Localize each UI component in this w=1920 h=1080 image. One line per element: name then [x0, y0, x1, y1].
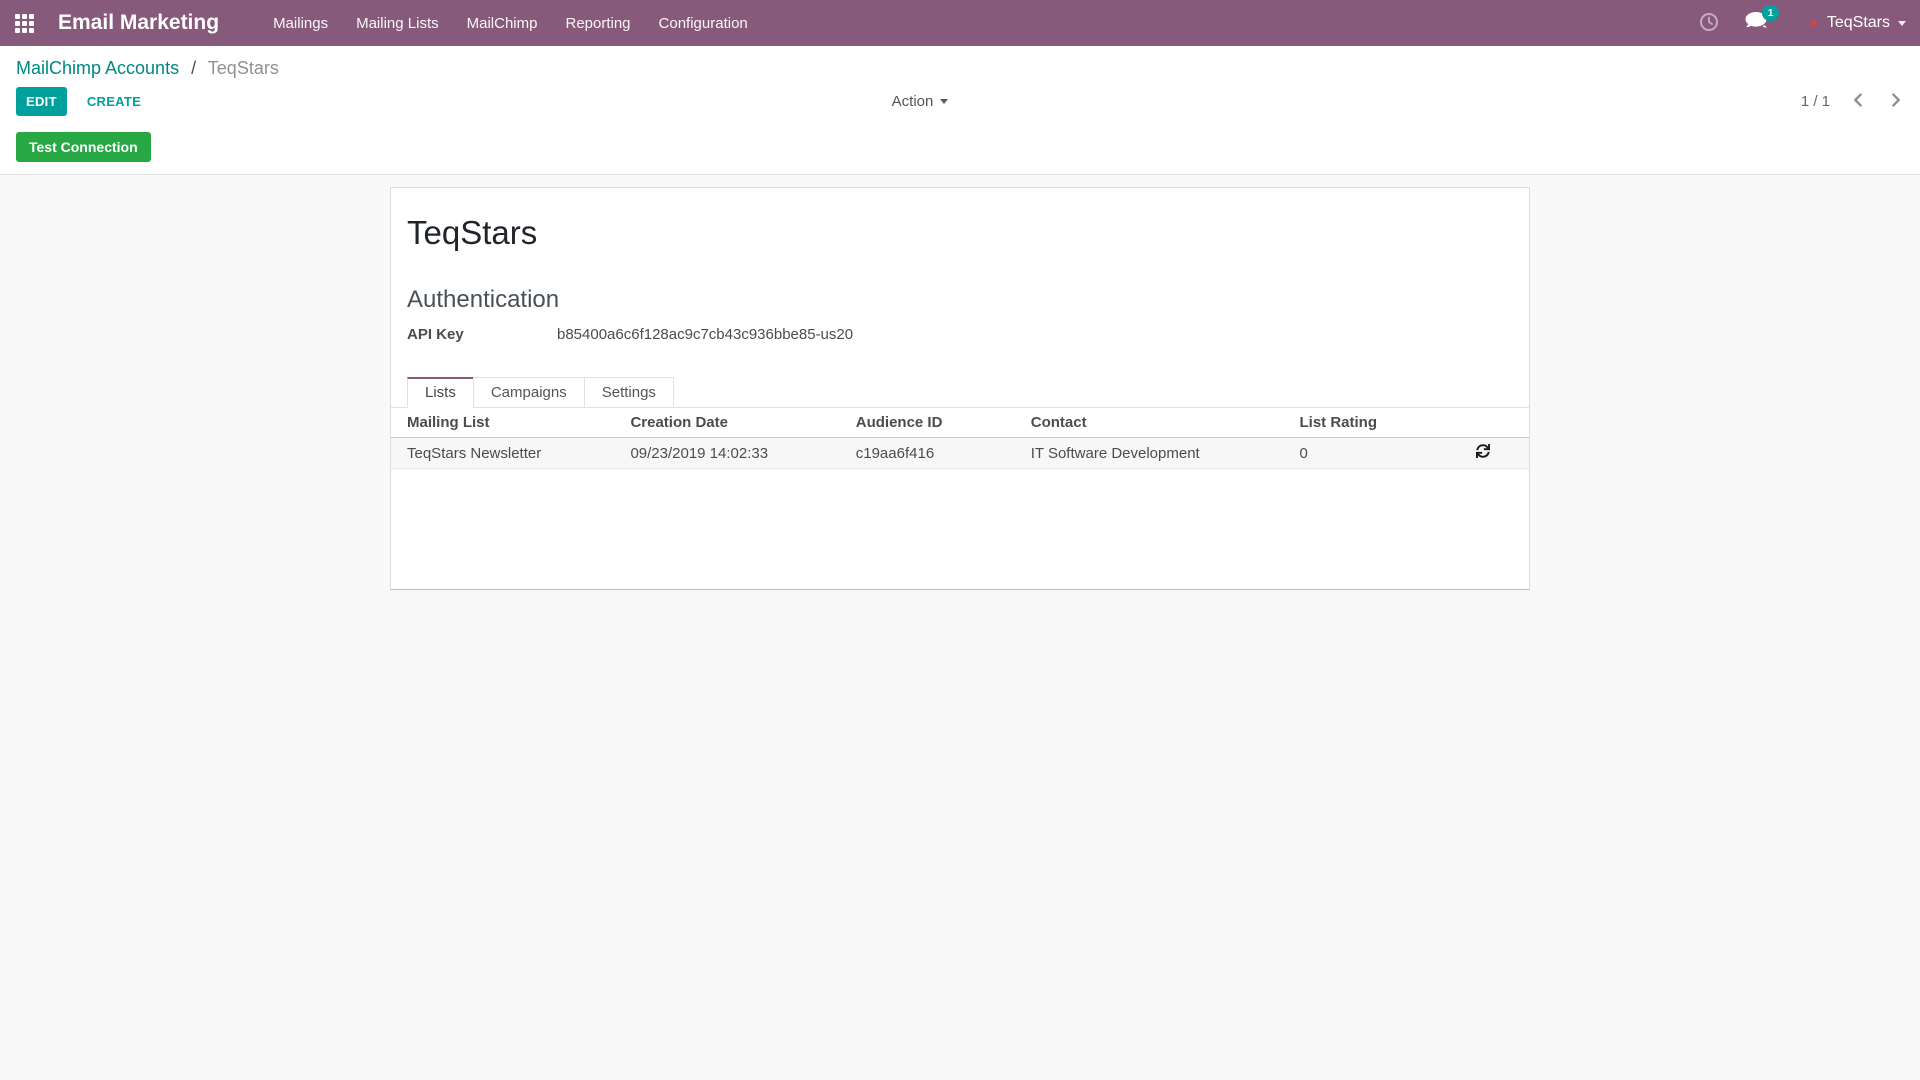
chevron-down-icon: [940, 99, 948, 104]
user-name: TeqStars: [1827, 14, 1890, 32]
api-key-field-row: API Key b85400a6c6f128ac9c7cb43c936bbe85…: [407, 326, 1513, 343]
user-menu-button[interactable]: ★ TeqStars: [1808, 14, 1906, 32]
menu-item-mailing-lists[interactable]: Mailing Lists: [342, 0, 453, 46]
api-key-label: API Key: [407, 326, 557, 343]
tab-campaigns[interactable]: Campaigns: [473, 377, 585, 408]
form-statusbar: Test Connection: [0, 124, 1920, 174]
pager: 1 / 1: [1801, 93, 1904, 110]
messages-badge: 1: [1762, 5, 1779, 21]
test-connection-button[interactable]: Test Connection: [16, 132, 151, 162]
tab-lists[interactable]: Lists: [407, 377, 474, 408]
notebook: Lists Campaigns Settings: [391, 377, 1529, 408]
pager-counter: 1 / 1: [1801, 93, 1830, 110]
column-header-contact[interactable]: Contact: [1026, 408, 1295, 438]
authentication-section-title: Authentication: [407, 286, 1513, 314]
messages-button[interactable]: 1: [1745, 12, 1768, 34]
chevron-left-icon: [1852, 93, 1865, 110]
menu-item-mailings[interactable]: Mailings: [259, 0, 342, 46]
pager-next-button[interactable]: [1887, 93, 1904, 110]
apps-grid-icon: [15, 14, 34, 33]
top-navbar: Email Marketing Mailings Mailing Lists M…: [0, 0, 1920, 46]
breadcrumb-separator: /: [191, 58, 196, 78]
control-panel: MailChimp Accounts / TeqStars EDIT CREAT…: [0, 46, 1920, 175]
user-star-icon: ★: [1808, 17, 1819, 29]
edit-button[interactable]: EDIT: [16, 87, 67, 116]
breadcrumb-current: TeqStars: [208, 58, 279, 78]
systray: 1 ★ TeqStars: [1699, 12, 1906, 35]
create-button[interactable]: CREATE: [85, 88, 143, 115]
control-panel-buttons: EDIT CREATE Action 1 / 1: [0, 81, 1920, 124]
clock-icon: [1699, 12, 1719, 35]
column-header-mailing-list[interactable]: Mailing List: [391, 408, 625, 438]
chevron-right-icon: [1889, 93, 1902, 110]
menu-item-configuration[interactable]: Configuration: [645, 0, 762, 46]
menu-item-mailchimp[interactable]: MailChimp: [453, 0, 552, 46]
cell-mailing-list: TeqStars Newsletter: [391, 438, 625, 469]
apps-menu-button[interactable]: [0, 0, 48, 46]
cell-contact: IT Software Development: [1026, 438, 1295, 469]
breadcrumb-parent-link[interactable]: MailChimp Accounts: [16, 58, 179, 78]
cell-list-rating: 0: [1295, 438, 1438, 469]
app-title[interactable]: Email Marketing: [58, 11, 219, 35]
action-dropdown-button[interactable]: Action: [886, 92, 955, 111]
record-title: TeqStars: [407, 214, 1513, 252]
column-header-actions: [1437, 408, 1529, 438]
tab-settings[interactable]: Settings: [584, 377, 674, 408]
menu-item-reporting[interactable]: Reporting: [551, 0, 644, 46]
content-area: TeqStars Authentication API Key b85400a6…: [0, 175, 1920, 602]
column-header-list-rating[interactable]: List Rating: [1295, 408, 1438, 438]
tab-bar: Lists Campaigns Settings: [391, 377, 1529, 408]
sync-list-button[interactable]: [1476, 444, 1490, 458]
cell-audience-id: c19aa6f416: [851, 438, 1026, 469]
record-sheet: TeqStars Authentication API Key b85400a6…: [390, 187, 1530, 590]
main-menu: Mailings Mailing Lists MailChimp Reporti…: [259, 0, 762, 46]
chevron-down-icon: [1898, 21, 1906, 26]
cell-creation-date: 09/23/2019 14:02:33: [625, 438, 850, 469]
mailing-lists-table: Mailing List Creation Date Audience ID C…: [391, 408, 1529, 469]
table-row[interactable]: TeqStars Newsletter 09/23/2019 14:02:33 …: [391, 438, 1529, 469]
breadcrumb: MailChimp Accounts / TeqStars: [0, 46, 1920, 81]
table-header-row: Mailing List Creation Date Audience ID C…: [391, 408, 1529, 438]
pager-previous-button[interactable]: [1850, 93, 1867, 110]
column-header-audience-id[interactable]: Audience ID: [851, 408, 1026, 438]
refresh-icon: [1476, 446, 1490, 461]
column-header-creation-date[interactable]: Creation Date: [625, 408, 850, 438]
activities-button[interactable]: [1699, 12, 1719, 35]
action-dropdown-label: Action: [892, 93, 934, 110]
api-key-value: b85400a6c6f128ac9c7cb43c936bbe85-us20: [557, 326, 853, 343]
